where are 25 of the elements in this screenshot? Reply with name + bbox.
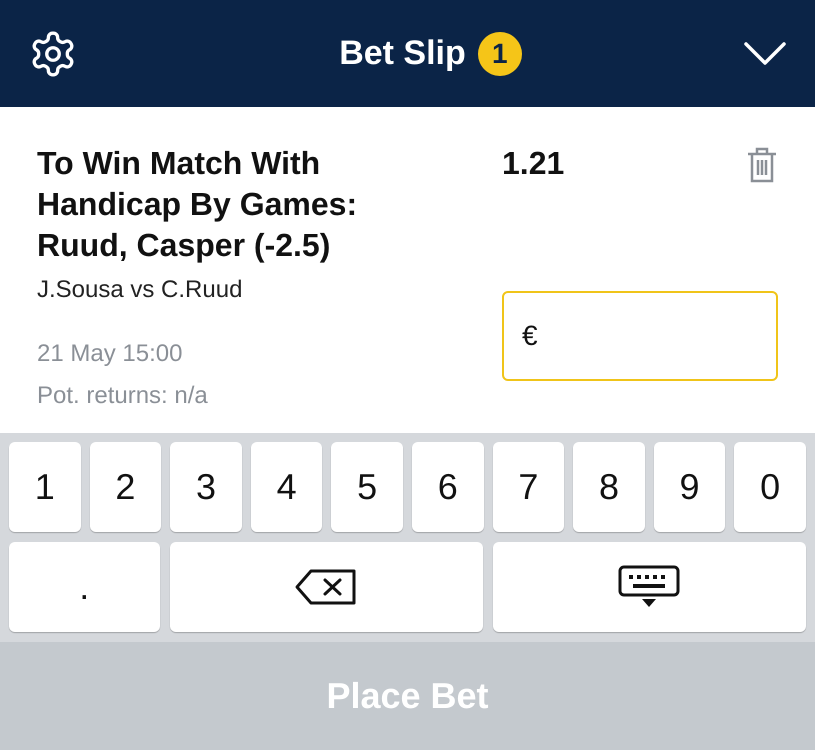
header-title: Bet Slip	[339, 33, 466, 74]
keyboard-key[interactable]: 7	[492, 442, 564, 532]
keyboard-key[interactable]: 1	[9, 442, 81, 532]
keyboard-hide-icon	[618, 565, 680, 609]
stake-field[interactable]: €	[502, 291, 778, 381]
keyboard-key[interactable]	[170, 542, 483, 632]
keyboard-key[interactable]: 6	[412, 442, 484, 532]
keyboard-key[interactable]	[492, 542, 806, 632]
keyboard-key[interactable]: 2	[90, 442, 162, 532]
count-badge: 1	[478, 32, 522, 76]
keyboard-key[interactable]: 0	[734, 442, 806, 532]
event-date: 21 May 15:00	[37, 339, 184, 369]
potential-returns: Pot. returns: n/a	[37, 381, 209, 411]
trash-icon[interactable]	[746, 147, 778, 183]
keyboard-key[interactable]: .	[9, 542, 160, 632]
keyboard-key[interactable]: 9	[654, 442, 726, 532]
event-name: J.Sousa vs C.Ruud	[37, 275, 244, 305]
keyboard-key[interactable]: 4	[250, 442, 322, 532]
keyboard-key[interactable]: 3	[170, 442, 242, 532]
market-title: To Win Match With Handicap By Games: Ruud, Casper (-2.5)	[37, 144, 358, 265]
keyboard-key[interactable]: 5	[331, 442, 403, 532]
backspace-icon	[295, 569, 358, 605]
keyboard-key[interactable]: 8	[573, 442, 645, 532]
chevron-down-icon[interactable]	[742, 40, 787, 66]
odds: 1.21	[502, 144, 564, 183]
